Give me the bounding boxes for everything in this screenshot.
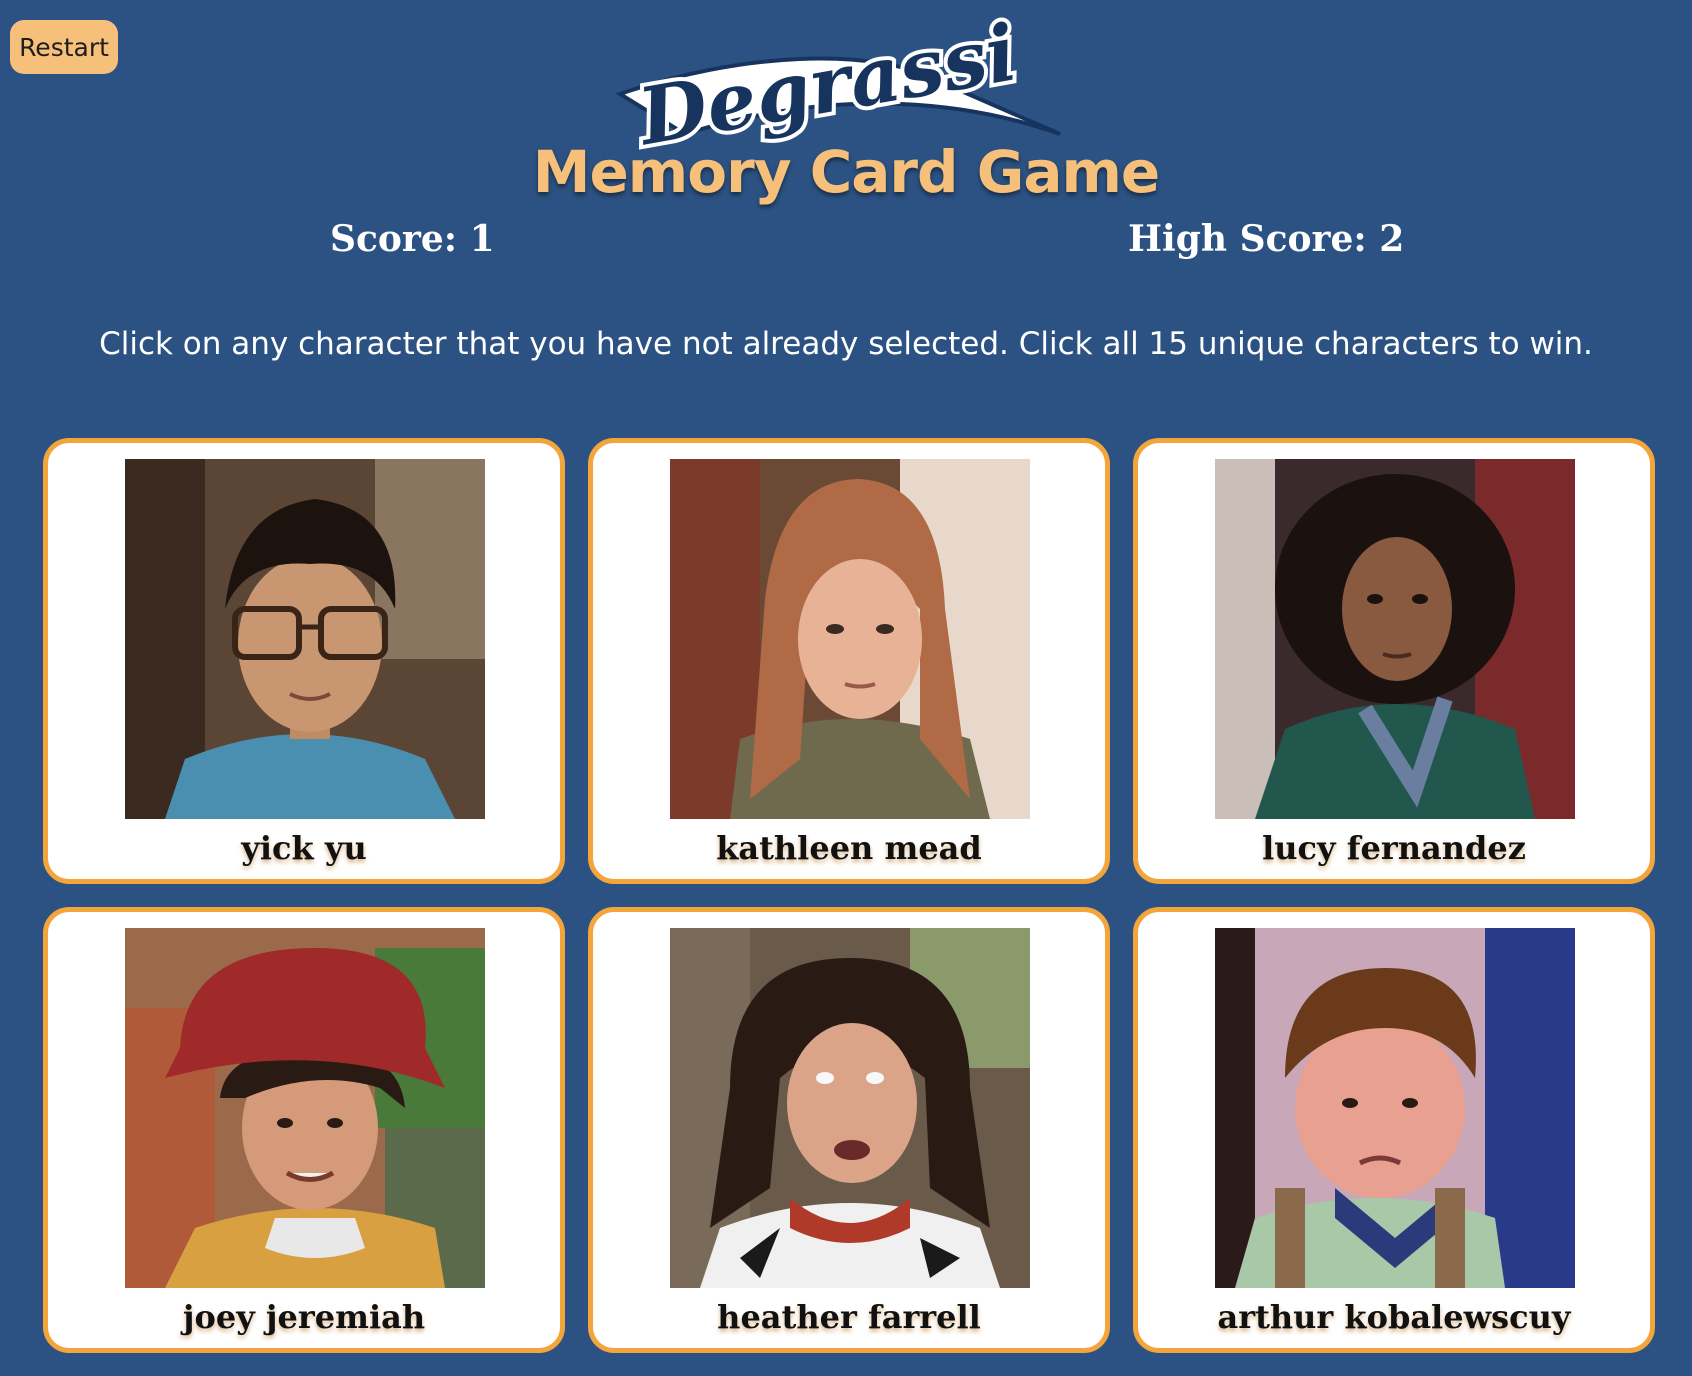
- character-photo: [1215, 459, 1575, 819]
- character-name: heather farrell: [717, 1298, 981, 1336]
- character-name: joey jeremiah: [182, 1298, 426, 1336]
- character-name: yick yu: [241, 829, 367, 867]
- character-card[interactable]: heather farrell: [588, 907, 1110, 1353]
- page-title: Memory Card Game: [532, 138, 1160, 206]
- character-card[interactable]: arthur kobalewscuy: [1133, 907, 1655, 1353]
- character-photo: [125, 459, 485, 819]
- character-card[interactable]: yick yu: [43, 438, 565, 884]
- character-card[interactable]: lucy fernandez: [1133, 438, 1655, 884]
- character-photo: [670, 459, 1030, 819]
- high-score-display: High Score: 2: [1128, 218, 1405, 260]
- instructions-text: Click on any character that you have not…: [99, 326, 1593, 362]
- character-card[interactable]: kathleen mead: [588, 438, 1110, 884]
- character-photo: [1215, 928, 1575, 1288]
- restart-button[interactable]: Restart: [10, 20, 118, 74]
- character-photo: [670, 928, 1030, 1288]
- character-name: arthur kobalewscuy: [1217, 1298, 1571, 1336]
- character-name: lucy fernandez: [1262, 829, 1526, 867]
- card-grid: yick yu kathleen mead lucy fernandez joe…: [43, 438, 1655, 1353]
- score-display: Score: 1: [330, 218, 495, 260]
- character-photo: [125, 928, 485, 1288]
- character-card[interactable]: joey jeremiah: [43, 907, 565, 1353]
- character-name: kathleen mead: [716, 829, 982, 867]
